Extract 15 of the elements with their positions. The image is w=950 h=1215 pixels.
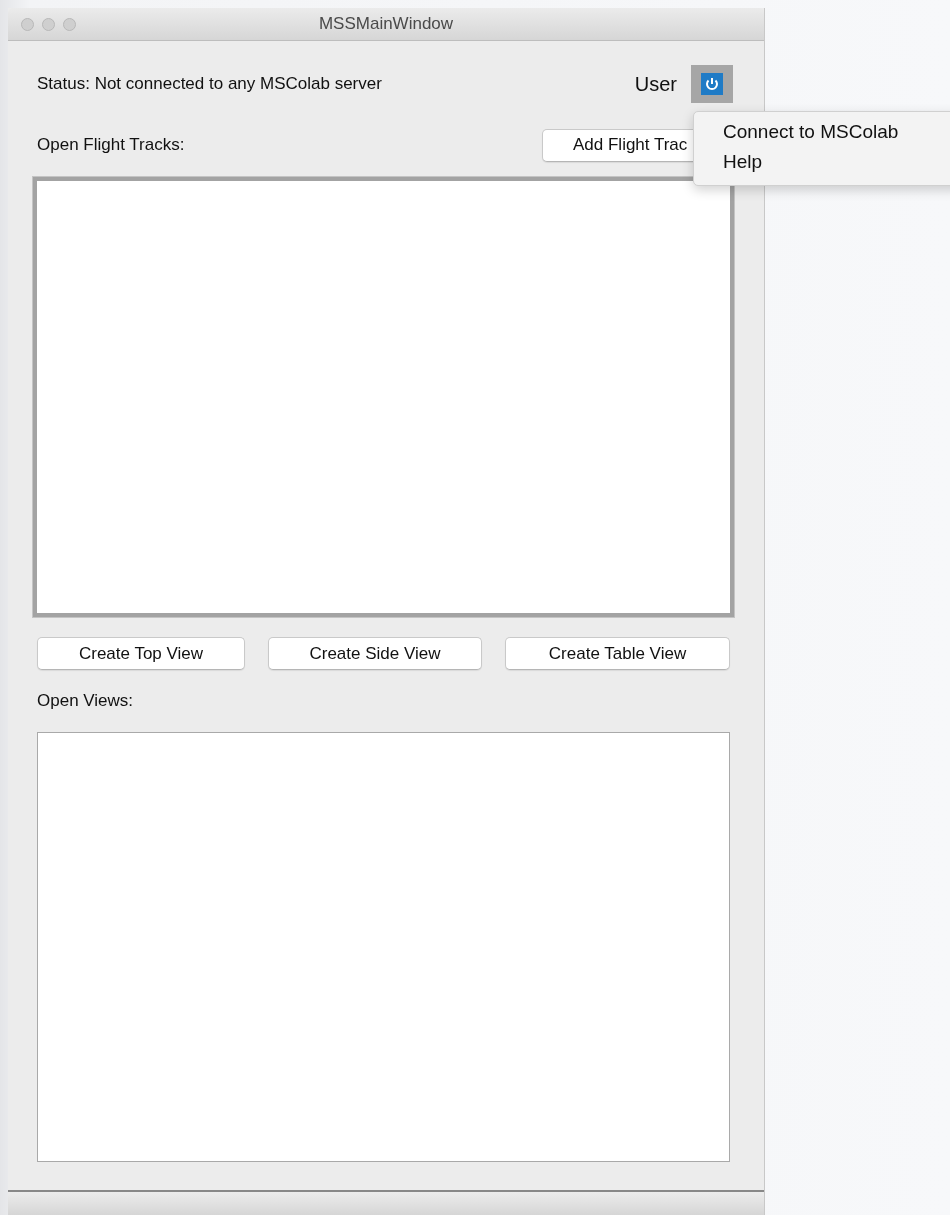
power-icon xyxy=(701,73,723,95)
create-view-button[interactable]: Create Top View xyxy=(37,637,245,670)
section-label: Open Flight Tracks: xyxy=(37,135,185,155)
status-label: Status: Not connected to any MSColab server xyxy=(37,74,382,94)
create-view-button[interactable]: Create Table View xyxy=(505,637,730,670)
section-label: Open Views: xyxy=(37,691,134,711)
minimize-button[interactable] xyxy=(42,17,55,31)
user-label: User xyxy=(634,72,677,96)
power-button[interactable] xyxy=(691,65,733,103)
flight-track-list[interactable] xyxy=(33,177,734,617)
close-button[interactable] xyxy=(21,17,34,31)
window-title: MSSMainWindow xyxy=(318,14,454,33)
create-view-button[interactable]: Create Side View xyxy=(268,637,482,670)
view-list[interactable] xyxy=(37,732,730,1162)
zoom-button[interactable] xyxy=(63,17,76,31)
